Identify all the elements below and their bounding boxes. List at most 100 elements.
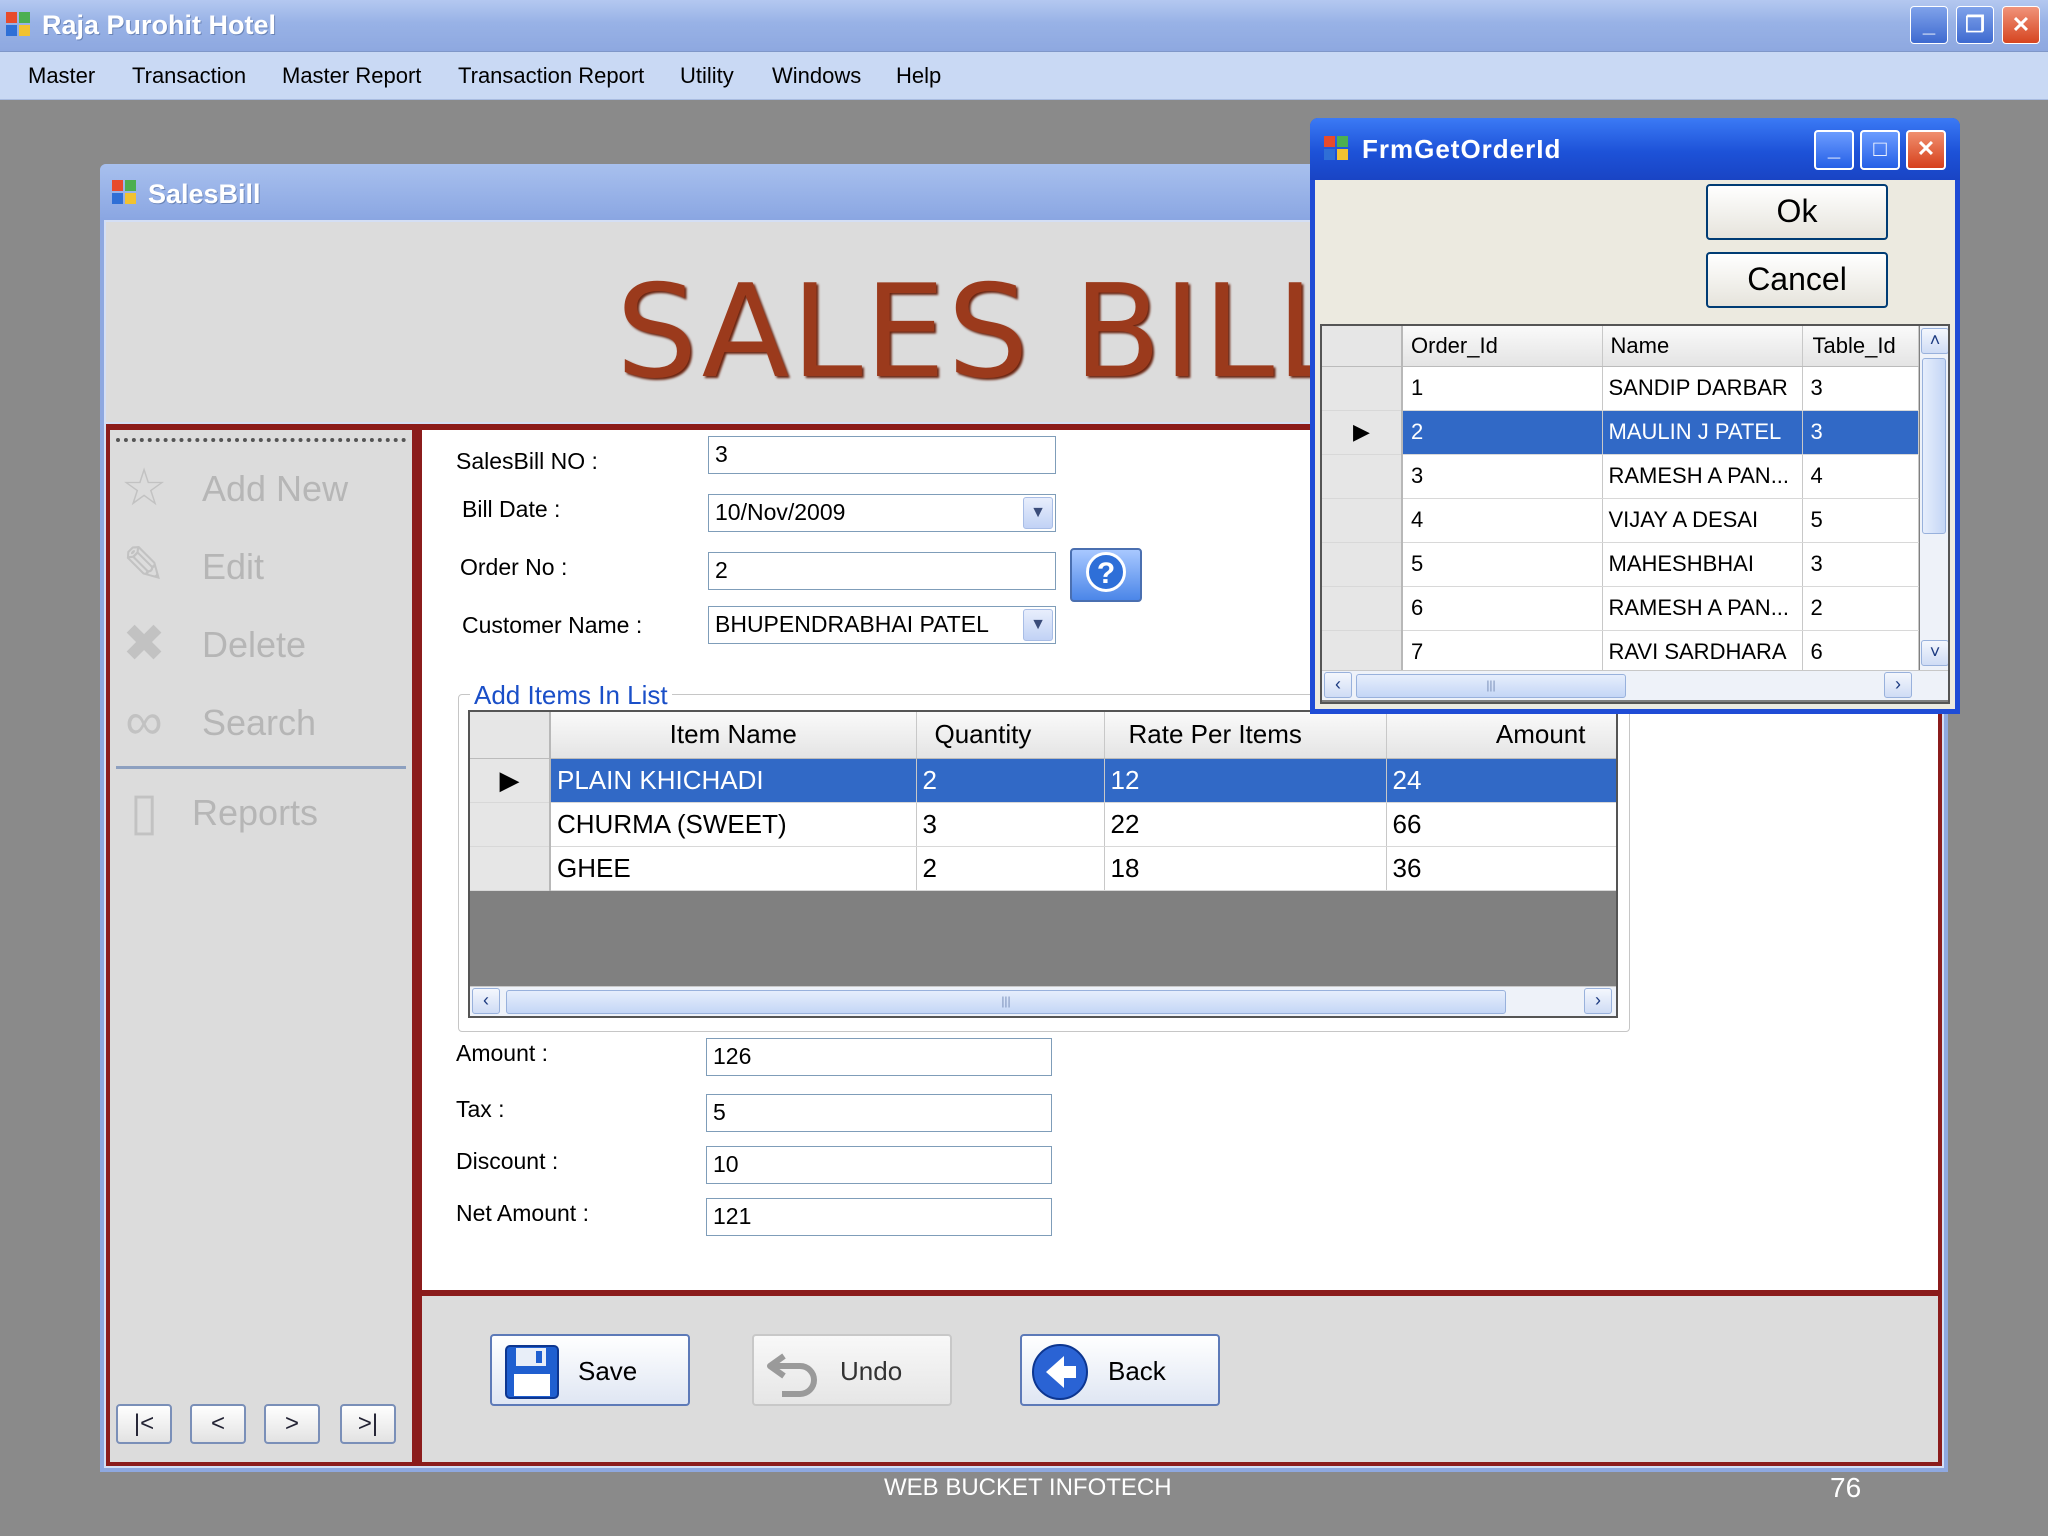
maximize-icon[interactable]: □ bbox=[1860, 130, 1900, 170]
net-amount-field[interactable]: 121 bbox=[706, 1198, 1052, 1236]
scroll-left-icon[interactable]: ‹ bbox=[1324, 672, 1352, 698]
order-no-field[interactable]: 2 bbox=[708, 552, 1056, 590]
first-record-button[interactable]: |< bbox=[116, 1404, 172, 1444]
menu-master-report[interactable]: Master Report bbox=[282, 63, 421, 89]
scroll-right-icon[interactable]: › bbox=[1884, 672, 1912, 698]
table-cell[interactable]: CHURMA (SWEET) bbox=[550, 802, 917, 847]
scrollbar-thumb[interactable]: ||| bbox=[506, 990, 1506, 1014]
orders-grid[interactable]: Order_Id Name Table_Id 1 SANDIP DARBAR 3… bbox=[1320, 324, 1950, 704]
order-lookup-button[interactable]: ? bbox=[1070, 548, 1142, 602]
menu-transaction[interactable]: Transaction bbox=[132, 63, 246, 89]
column-header[interactable]: Quantity bbox=[916, 712, 1105, 759]
add-new-button[interactable]: ☆ Add New bbox=[110, 456, 410, 516]
table-row[interactable]: 7 RAVI SARDHARA 6 bbox=[1322, 630, 1919, 675]
column-header[interactable]: Amount bbox=[1386, 712, 1616, 759]
undo-button[interactable]: Undo bbox=[752, 1334, 952, 1406]
scroll-down-icon[interactable]: ˅ bbox=[1921, 640, 1948, 666]
next-record-button[interactable]: > bbox=[264, 1404, 320, 1444]
table-cell[interactable]: 12 bbox=[1104, 758, 1387, 803]
table-row[interactable]: ▶ 2 MAULIN J PATEL 3 bbox=[1322, 410, 1919, 455]
table-cell[interactable]: 4 bbox=[1802, 454, 1919, 499]
salesbill-no-field[interactable]: 3 bbox=[708, 436, 1056, 474]
vertical-scrollbar[interactable]: ˄ ˅ bbox=[1920, 326, 1948, 670]
customer-name-combo[interactable]: BHUPENDRABHAI PATEL ▼ bbox=[708, 606, 1056, 644]
ok-button[interactable]: Ok bbox=[1706, 184, 1888, 240]
reports-button[interactable]: ▯ Reports bbox=[110, 780, 410, 840]
table-cell[interactable]: RAMESH A PAN... bbox=[1602, 586, 1803, 631]
menu-help[interactable]: Help bbox=[896, 63, 941, 89]
minimize-icon[interactable]: _ bbox=[1910, 6, 1948, 44]
edit-button[interactable]: ✎ Edit bbox=[110, 534, 410, 594]
table-cell[interactable]: 24 bbox=[1386, 758, 1616, 803]
back-button[interactable]: Back bbox=[1020, 1334, 1220, 1406]
table-cell[interactable]: 18 bbox=[1104, 846, 1387, 891]
close-icon[interactable]: ✕ bbox=[2002, 6, 2040, 44]
table-row[interactable]: CHURMA (SWEET) 3 22 66 bbox=[470, 802, 1616, 847]
table-row[interactable]: 5 MAHESHBHAI 3 bbox=[1322, 542, 1919, 587]
table-row[interactable]: 4 VIJAY A DESAI 5 bbox=[1322, 498, 1919, 543]
search-button[interactable]: ∞ Search bbox=[110, 690, 410, 750]
table-row[interactable]: GHEE 2 18 36 bbox=[470, 846, 1616, 891]
table-cell[interactable]: SANDIP DARBAR bbox=[1602, 366, 1803, 411]
horizontal-scrollbar[interactable]: ‹ ||| › bbox=[470, 986, 1616, 1016]
amount-field[interactable]: 126 bbox=[706, 1038, 1052, 1076]
table-row[interactable]: 1 SANDIP DARBAR 3 bbox=[1322, 366, 1919, 411]
table-cell[interactable]: 5 bbox=[1402, 542, 1603, 587]
chevron-down-icon[interactable]: ▼ bbox=[1023, 609, 1053, 641]
scroll-right-icon[interactable]: › bbox=[1584, 988, 1612, 1014]
table-cell[interactable]: 3 bbox=[1402, 454, 1603, 499]
table-cell[interactable]: 5 bbox=[1802, 498, 1919, 543]
column-header[interactable]: Name bbox=[1602, 326, 1803, 367]
column-header[interactable]: Table_Id bbox=[1802, 326, 1919, 367]
chevron-down-icon[interactable]: ▼ bbox=[1023, 497, 1053, 529]
scroll-up-icon[interactable]: ˄ bbox=[1921, 328, 1948, 354]
last-record-button[interactable]: >| bbox=[340, 1404, 396, 1444]
delete-button[interactable]: ✖ Delete bbox=[110, 612, 410, 672]
previous-record-button[interactable]: < bbox=[190, 1404, 246, 1444]
table-cell[interactable]: VIJAY A DESAI bbox=[1602, 498, 1803, 543]
table-row[interactable]: ▶ PLAIN KHICHADI 2 12 24 bbox=[470, 758, 1616, 803]
table-row[interactable]: 6 RAMESH A PAN... 2 bbox=[1322, 586, 1919, 631]
table-cell[interactable]: 6 bbox=[1802, 630, 1919, 675]
table-cell[interactable]: GHEE bbox=[550, 846, 917, 891]
table-cell[interactable]: 6 bbox=[1402, 586, 1603, 631]
table-cell[interactable]: MAULIN J PATEL bbox=[1602, 410, 1803, 455]
horizontal-scrollbar[interactable]: ‹ ||| › bbox=[1322, 670, 1948, 700]
close-icon[interactable]: ✕ bbox=[1906, 130, 1946, 170]
menu-windows[interactable]: Windows bbox=[772, 63, 861, 89]
table-cell[interactable]: 22 bbox=[1104, 802, 1387, 847]
table-cell[interactable]: RAMESH A PAN... bbox=[1602, 454, 1803, 499]
table-cell[interactable]: RAVI SARDHARA bbox=[1602, 630, 1803, 675]
discount-field[interactable]: 10 bbox=[706, 1146, 1052, 1184]
table-cell[interactable]: 7 bbox=[1402, 630, 1603, 675]
table-cell[interactable]: 4 bbox=[1402, 498, 1603, 543]
scrollbar-thumb[interactable]: ||| bbox=[1356, 674, 1626, 698]
cancel-button[interactable]: Cancel bbox=[1706, 252, 1888, 308]
table-cell[interactable]: 66 bbox=[1386, 802, 1616, 847]
bill-date-picker[interactable]: 10/Nov/2009 ▼ bbox=[708, 494, 1056, 532]
table-cell[interactable]: 3 bbox=[1802, 542, 1919, 587]
scrollbar-thumb[interactable] bbox=[1922, 358, 1946, 534]
minimize-icon[interactable]: _ bbox=[1814, 130, 1854, 170]
table-cell[interactable]: 2 bbox=[1802, 586, 1919, 631]
column-header[interactable]: Order_Id bbox=[1402, 326, 1603, 367]
table-cell[interactable]: 3 bbox=[916, 802, 1105, 847]
table-cell[interactable]: 3 bbox=[1802, 410, 1919, 455]
table-cell[interactable]: 2 bbox=[916, 758, 1105, 803]
tax-field[interactable]: 5 bbox=[706, 1094, 1052, 1132]
menu-transaction-report[interactable]: Transaction Report bbox=[458, 63, 644, 89]
table-row[interactable]: 3 RAMESH A PAN... 4 bbox=[1322, 454, 1919, 499]
column-header[interactable]: Rate Per Items bbox=[1104, 712, 1387, 759]
items-grid[interactable]: Item Name Quantity Rate Per Items Amount… bbox=[468, 710, 1618, 1018]
column-header[interactable]: Item Name bbox=[550, 712, 917, 759]
scroll-left-icon[interactable]: ‹ bbox=[472, 988, 500, 1014]
table-cell[interactable]: 36 bbox=[1386, 846, 1616, 891]
table-cell[interactable]: PLAIN KHICHADI bbox=[550, 758, 917, 803]
menu-utility[interactable]: Utility bbox=[680, 63, 734, 89]
menu-master[interactable]: Master bbox=[28, 63, 95, 89]
table-cell[interactable]: 3 bbox=[1802, 366, 1919, 411]
table-cell[interactable]: 2 bbox=[1402, 410, 1603, 455]
save-button[interactable]: Save bbox=[490, 1334, 690, 1406]
table-cell[interactable]: 2 bbox=[916, 846, 1105, 891]
restore-icon[interactable]: ❐ bbox=[1956, 6, 1994, 44]
